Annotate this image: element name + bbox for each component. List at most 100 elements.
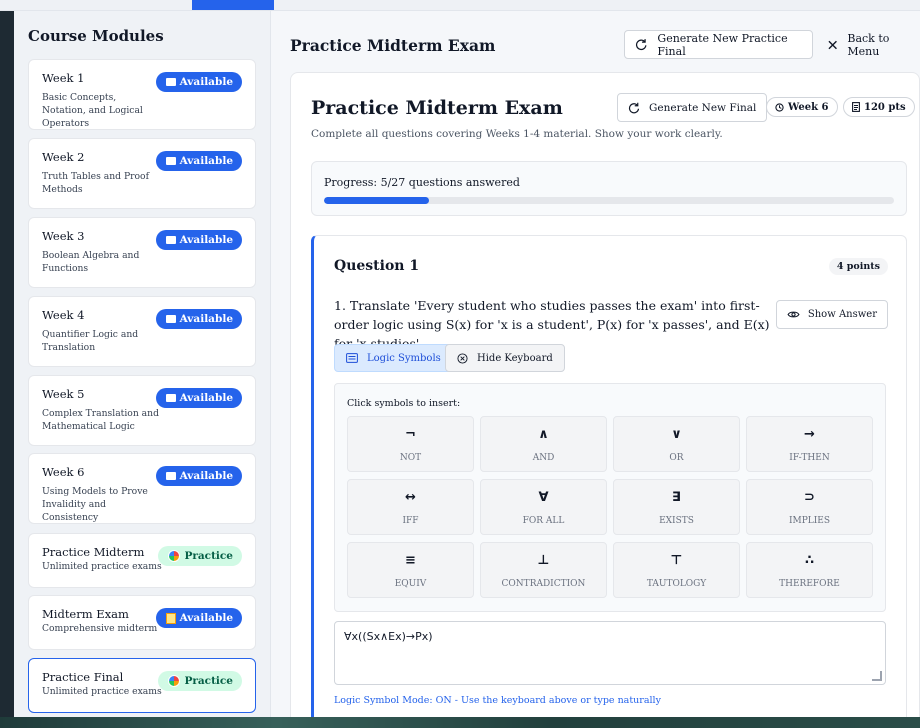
logic-symbols-toggle[interactable]: Logic Symbols: [334, 344, 453, 372]
module-title: Week 6: [42, 465, 85, 479]
badge-label: Available: [179, 392, 233, 404]
symbol-key-exists[interactable]: ∃ EXISTS: [613, 479, 740, 535]
sidebar-title: Course Modules: [28, 27, 164, 45]
active-tab-indicator[interactable]: [192, 0, 274, 10]
key-name: EQUIV: [394, 579, 427, 589]
symbol-key-equiv[interactable]: ≡ EQUIV: [347, 542, 474, 598]
hide-keyboard-label: Hide Keyboard: [477, 352, 553, 364]
back-to-menu-button[interactable]: Back to Menu: [828, 30, 920, 59]
show-answer-label: Show Answer: [807, 309, 877, 320]
key-name: IFF: [402, 516, 419, 526]
module-description: Using Models to Prove Invalidity and Con…: [42, 486, 148, 523]
module-status-badge: Available: [155, 388, 242, 408]
symbol-key-for-all[interactable]: ∀ FOR ALL: [480, 479, 607, 535]
key-symbol: ∴: [804, 553, 815, 568]
week-pill: Week 6: [766, 97, 838, 117]
module-card[interactable]: Week 3 Boolean Algebra and Functions Avail…: [28, 217, 256, 288]
background-window-edge: [0, 11, 14, 717]
generate-final-label: Generate New Final: [649, 101, 757, 114]
refresh-icon: [635, 39, 647, 51]
book-icon: [165, 394, 176, 402]
badge-label: Available: [179, 313, 233, 325]
module-status-badge: Available: [155, 608, 242, 628]
memo-icon: [165, 612, 176, 624]
keyboard-instruction: Click symbols to insert:: [347, 398, 461, 409]
module-card[interactable]: Practice Final Unlimited practice exams Pr…: [28, 658, 256, 713]
generate-new-final-button[interactable]: Generate New Final: [617, 93, 768, 122]
symbol-key-tautology[interactable]: ⊤ TAUTOLOGY: [613, 542, 740, 598]
clock-icon: [775, 102, 784, 112]
week-label: Week 6: [788, 101, 829, 113]
module-title: Week 2: [42, 150, 85, 164]
module-description: Complex Translation and Mathematical Log…: [42, 408, 159, 432]
key-symbol: ∧: [538, 427, 549, 442]
answer-value: ∀x((Sx∧Ex)→Px): [344, 630, 433, 643]
generate-new-practice-final-button[interactable]: Generate New Practice Final: [624, 30, 813, 59]
symbol-key-implies[interactable]: ⊃ IMPLIES: [746, 479, 873, 535]
key-name: FOR ALL: [522, 516, 565, 526]
symbol-key-not[interactable]: ¬ NOT: [347, 416, 474, 472]
module-card[interactable]: Week 6 Using Models to Prove Invalidity a…: [28, 453, 256, 524]
key-name: EXISTS: [659, 516, 694, 526]
desktop-background-strip: [0, 717, 920, 728]
refresh-icon: [628, 102, 640, 113]
progress-label: Progress: 5/27 questions answered: [324, 176, 520, 189]
module-card[interactable]: Midterm Exam Comprehensive midterm Availab…: [28, 595, 256, 650]
close-icon: [828, 40, 837, 49]
key-name: CONTRADICTION: [501, 579, 586, 589]
module-status-badge: Practice: [158, 546, 242, 566]
eye-icon: [787, 311, 800, 318]
book-icon: [165, 236, 176, 244]
key-name: IMPLIES: [788, 516, 831, 526]
key-symbol: →: [804, 427, 815, 442]
question-card: Question 1 4 points 1. Translate 'Every …: [311, 235, 907, 728]
close-circle-icon: [457, 352, 468, 364]
module-title: Week 5: [42, 387, 85, 401]
answer-textarea[interactable]: ∀x((Sx∧Ex)→Px): [334, 621, 886, 685]
module-card[interactable]: Week 4 Quantifier Logic and Translation Av…: [28, 296, 256, 367]
module-title: Practice Final: [42, 670, 124, 684]
document-icon: [852, 102, 860, 112]
show-answer-button[interactable]: Show Answer: [775, 300, 888, 329]
module-card[interactable]: Week 5 Complex Translation and Mathematic…: [28, 375, 256, 446]
module-status-badge: Available: [155, 230, 242, 250]
module-status-badge: Practice: [158, 671, 242, 691]
generate-label: Generate New Practice Final: [657, 31, 788, 58]
symbol-key-iff[interactable]: ↔ IFF: [347, 479, 474, 535]
hide-keyboard-button[interactable]: Hide Keyboard: [445, 344, 565, 372]
exam-subtitle: Complete all questions covering Weeks 1-…: [311, 128, 723, 140]
symbol-key-contradiction[interactable]: ⊥ CONTRADICTION: [480, 542, 607, 598]
badge-label: Available: [179, 155, 233, 167]
module-description: Basic Concepts, Notation, and Logical Op…: [42, 92, 143, 129]
key-name: TAUTOLOGY: [646, 579, 707, 589]
logic-mode-status: Logic Symbol Mode: ON - Use the keyboard…: [334, 695, 661, 706]
module-card[interactable]: Week 2 Truth Tables and Proof Methods Avai…: [28, 138, 256, 209]
module-card[interactable]: Practice Midterm Unlimited practice exams…: [28, 533, 256, 588]
key-symbol: ¬: [405, 427, 416, 442]
logic-symbol-keyboard: Click symbols to insert: ¬ NOT ∧ AND ∨ OR → IF-…: [334, 383, 886, 612]
module-description: Truth Tables and Proof Methods: [42, 171, 149, 195]
question-points-badge: 4 points: [828, 258, 888, 275]
key-symbol: ⊤: [670, 553, 683, 568]
key-name: IF-THEN: [789, 453, 830, 463]
symbol-key-therefore[interactable]: ∴ THEREFORE: [746, 542, 873, 598]
badge-label: Available: [179, 76, 233, 88]
badge-label: Available: [179, 234, 233, 246]
module-title: Midterm Exam: [42, 607, 129, 621]
exam-card: Practice Midterm Exam Complete all quest…: [290, 72, 920, 728]
book-icon: [165, 315, 176, 323]
key-symbol: ∀: [538, 490, 549, 505]
symbol-key-if-then[interactable]: → IF-THEN: [746, 416, 873, 472]
module-status-badge: Available: [155, 151, 242, 171]
module-status-badge: Available: [155, 466, 242, 486]
symbol-key-or[interactable]: ∨ OR: [613, 416, 740, 472]
exam-title: Practice Midterm Exam: [311, 97, 563, 119]
key-symbol: ↔: [405, 490, 416, 505]
symbol-key-and[interactable]: ∧ AND: [480, 416, 607, 472]
module-card[interactable]: Week 1 Basic Concepts, Notation, and Logi…: [28, 59, 256, 130]
badge-label: Available: [179, 612, 233, 624]
resize-handle[interactable]: [872, 671, 882, 681]
key-symbol: ≡: [405, 553, 416, 568]
points-label: 120 pts: [864, 101, 906, 113]
key-name: NOT: [399, 453, 422, 463]
